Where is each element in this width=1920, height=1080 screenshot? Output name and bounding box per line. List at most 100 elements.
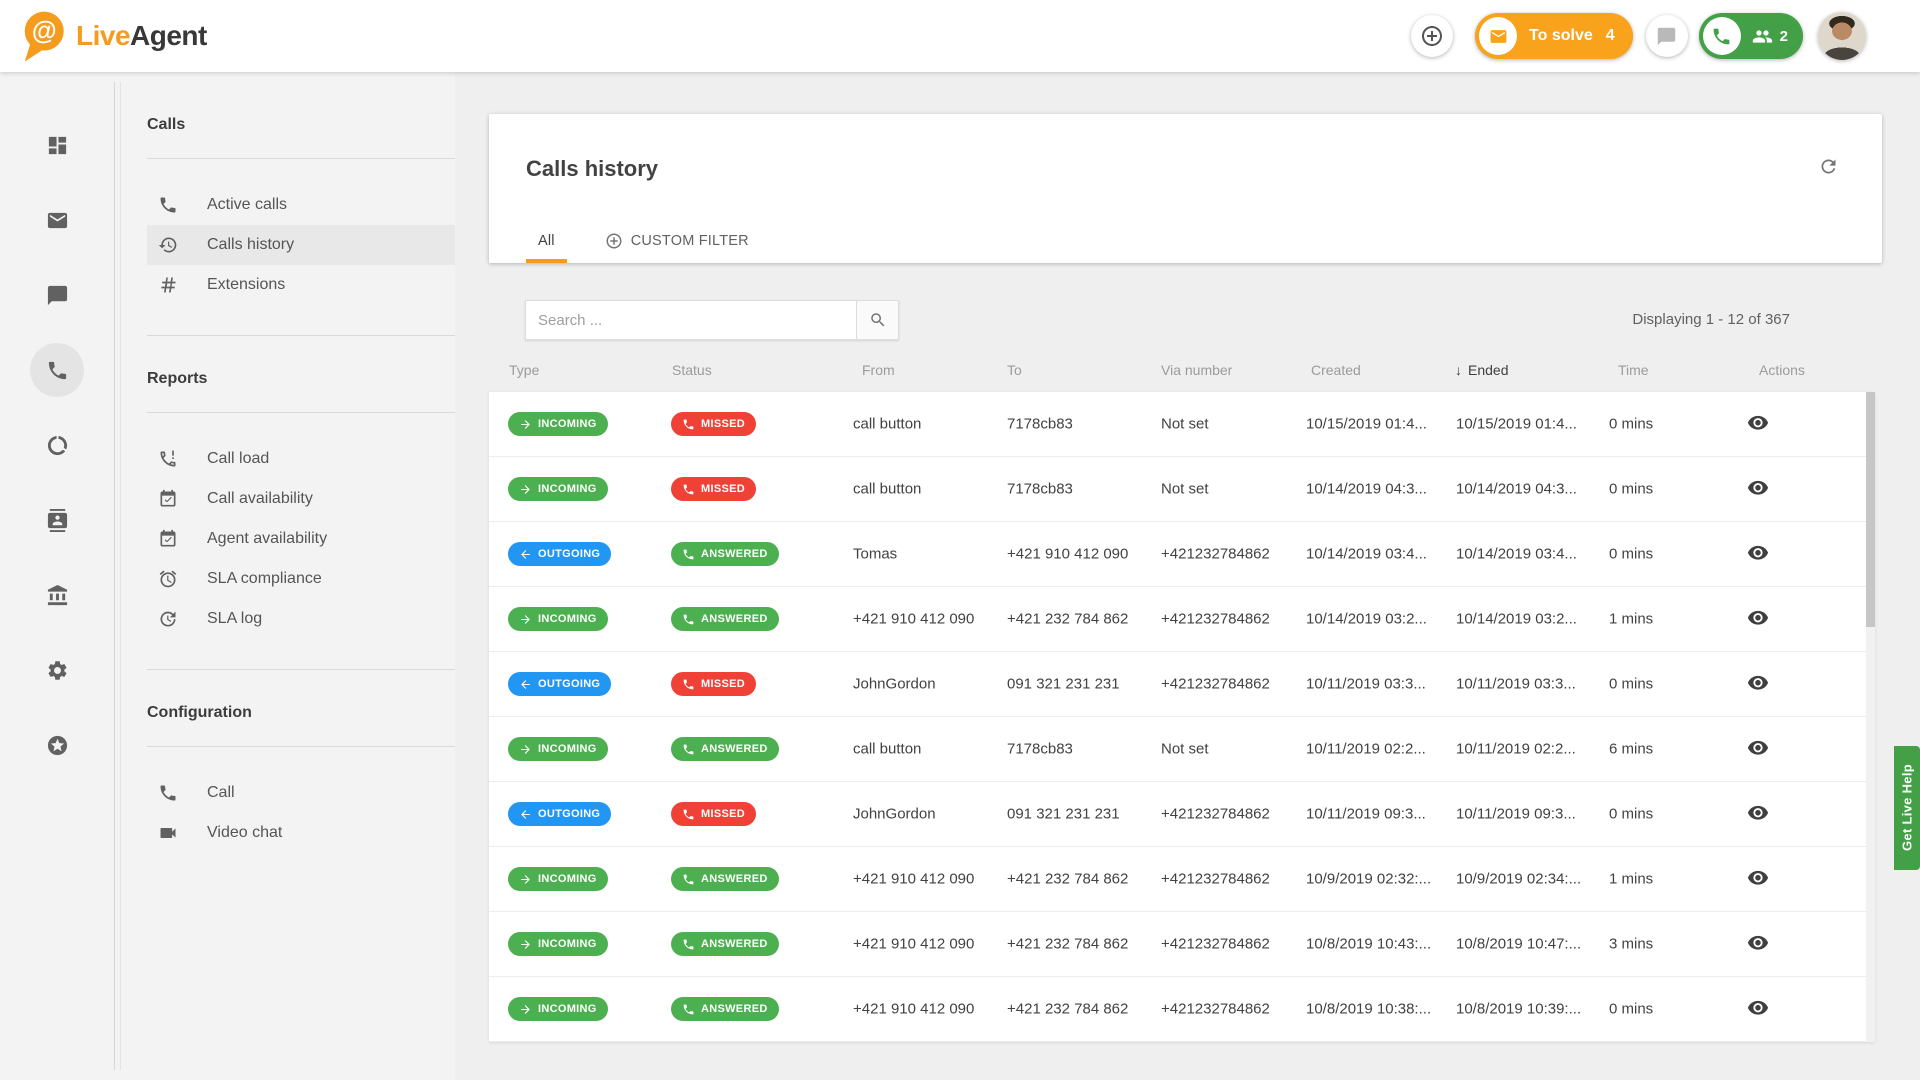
cell-ended: 10/8/2019 10:39:... — [1456, 1001, 1581, 1018]
table-row[interactable]: INCOMINGANSWEREDcall button7178cb83Not s… — [489, 717, 1875, 782]
column-header-status[interactable]: Status — [672, 362, 712, 378]
rail-item-gear[interactable] — [20, 633, 95, 708]
update-icon — [158, 609, 178, 629]
cell-via: +421232784862 — [1161, 546, 1270, 563]
get-live-help-tab[interactable]: Get Live Help — [1894, 746, 1920, 870]
menu-items: Active callsCalls historyExtensions — [147, 185, 455, 305]
tab-custom-filter[interactable]: CUSTOM FILTER — [593, 219, 761, 263]
cell-type: INCOMING — [508, 997, 608, 1021]
cell-type: INCOMING — [508, 607, 608, 631]
ring-icon — [46, 434, 69, 457]
rail-item-contacts[interactable] — [20, 483, 95, 558]
table-row[interactable]: INCOMINGANSWERED+421 910 412 090+421 232… — [489, 847, 1875, 912]
cell-time: 3 mins — [1609, 936, 1653, 953]
column-header-time[interactable]: Time — [1618, 362, 1649, 378]
cell-to: +421 232 784 862 — [1007, 1001, 1128, 1018]
table-row[interactable]: OUTGOINGANSWEREDTomas+421 910 412 090+42… — [489, 522, 1875, 587]
table-row[interactable]: INCOMINGANSWERED+421 910 412 090+421 232… — [489, 912, 1875, 977]
menu-section-title: Configuration — [147, 704, 455, 722]
view-call-button[interactable] — [1745, 671, 1771, 697]
cell-status: MISSED — [671, 672, 756, 696]
column-header-to[interactable]: To — [1007, 362, 1022, 378]
cell-actions — [1745, 476, 1771, 503]
to-solve-button[interactable]: To solve 4 — [1475, 13, 1633, 59]
table-row[interactable]: INCOMINGANSWERED+421 910 412 090+421 232… — [489, 587, 1875, 652]
cell-actions — [1745, 671, 1771, 698]
rail-item-bank[interactable] — [20, 558, 95, 633]
type-badge-incoming: INCOMING — [508, 932, 608, 956]
column-header-created[interactable]: Created — [1311, 362, 1361, 378]
cell-status: ANSWERED — [671, 932, 779, 956]
sidebar-item-calls-history[interactable]: Calls history — [147, 225, 455, 265]
column-label: Status — [672, 362, 712, 378]
top-bar: @ LiveAgent To solve 4 2 — [0, 0, 1920, 72]
cell-type: OUTGOING — [508, 802, 611, 826]
table-scrollbar[interactable] — [1866, 392, 1875, 1042]
column-header-via[interactable]: Via number — [1161, 362, 1232, 378]
view-call-button[interactable] — [1745, 801, 1771, 827]
user-avatar[interactable] — [1818, 12, 1866, 60]
cell-time: 0 mins — [1609, 481, 1653, 498]
rail-item-mail[interactable] — [20, 183, 95, 258]
chat-icon — [46, 284, 69, 307]
view-call-button[interactable] — [1745, 541, 1771, 567]
arrow-right-icon — [519, 483, 532, 496]
cell-via: +421232784862 — [1161, 1001, 1270, 1018]
phone-icon — [682, 808, 695, 821]
table-row[interactable]: INCOMINGMISSEDcall button7178cb83Not set… — [489, 457, 1875, 522]
refresh-button[interactable] — [1810, 150, 1846, 186]
column-header-ended[interactable]: ↓Ended — [1455, 362, 1508, 394]
sidebar-item-label: SLA log — [207, 610, 262, 628]
rail-item-chat[interactable] — [20, 258, 95, 333]
rail-item-ring[interactable] — [20, 408, 95, 483]
eye-icon — [1747, 541, 1769, 563]
view-call-button[interactable] — [1745, 996, 1771, 1022]
mail-icon — [46, 209, 69, 232]
sidebar-item-sla-compliance[interactable]: SLA compliance — [147, 559, 455, 599]
column-header-type[interactable]: Type — [509, 362, 539, 378]
rail-item-phone[interactable] — [20, 333, 95, 408]
scrollbar-thumb[interactable] — [1866, 392, 1875, 627]
view-call-button[interactable] — [1745, 476, 1771, 502]
brand-agent: Agent — [130, 20, 207, 51]
sidebar-item-sla-log[interactable]: SLA log — [147, 599, 455, 639]
sidebar-item-active-calls[interactable]: Active calls — [147, 185, 455, 225]
column-label: From — [862, 362, 895, 378]
cell-via: Not set — [1161, 741, 1209, 758]
tab-all[interactable]: All — [526, 219, 567, 263]
view-call-button[interactable] — [1745, 866, 1771, 892]
table-row[interactable]: INCOMINGMISSEDcall button7178cb83Not set… — [489, 392, 1875, 457]
add-new-button[interactable] — [1411, 15, 1453, 57]
sidebar-item-call-load[interactable]: Call load — [147, 439, 455, 479]
sidebar-item-call[interactable]: Call — [147, 773, 455, 813]
search-input[interactable] — [525, 300, 856, 340]
cell-created: 10/11/2019 02:2... — [1306, 741, 1426, 758]
brand-live: Live — [76, 20, 130, 51]
table-row[interactable]: OUTGOINGMISSEDJohnGordon091 321 231 231+… — [489, 652, 1875, 717]
arrow-left-icon — [519, 678, 532, 691]
gear-icon — [46, 659, 69, 682]
sidebar-item-video-chat[interactable]: Video chat — [147, 813, 455, 853]
rail-item-star[interactable] — [20, 708, 95, 783]
hash-icon — [158, 275, 178, 295]
view-call-button[interactable] — [1745, 736, 1771, 762]
column-header-from[interactable]: From — [862, 362, 895, 378]
rail-item-dashboard[interactable] — [20, 108, 95, 183]
table-row[interactable]: OUTGOINGMISSEDJohnGordon091 321 231 231+… — [489, 782, 1875, 847]
view-call-button[interactable] — [1745, 606, 1771, 632]
view-call-button[interactable] — [1745, 411, 1771, 437]
search-button[interactable] — [856, 300, 899, 340]
sidebar-item-extensions[interactable]: Extensions — [147, 265, 455, 305]
sidebar-item-call-availability[interactable]: Call availability — [147, 479, 455, 519]
cell-via: +421232784862 — [1161, 936, 1270, 953]
calls-online-button[interactable]: 2 — [1699, 13, 1803, 59]
star-icon — [46, 734, 69, 757]
cell-status: MISSED — [671, 412, 756, 436]
menu-section-title: Calls — [147, 116, 455, 134]
table-row[interactable]: INCOMINGANSWERED+421 910 412 090+421 232… — [489, 977, 1875, 1042]
sidebar-item-agent-availability[interactable]: Agent availability — [147, 519, 455, 559]
column-header-actions[interactable]: Actions — [1759, 362, 1805, 378]
view-call-button[interactable] — [1745, 931, 1771, 957]
chats-button[interactable] — [1646, 15, 1688, 57]
column-label: Actions — [1759, 362, 1805, 378]
